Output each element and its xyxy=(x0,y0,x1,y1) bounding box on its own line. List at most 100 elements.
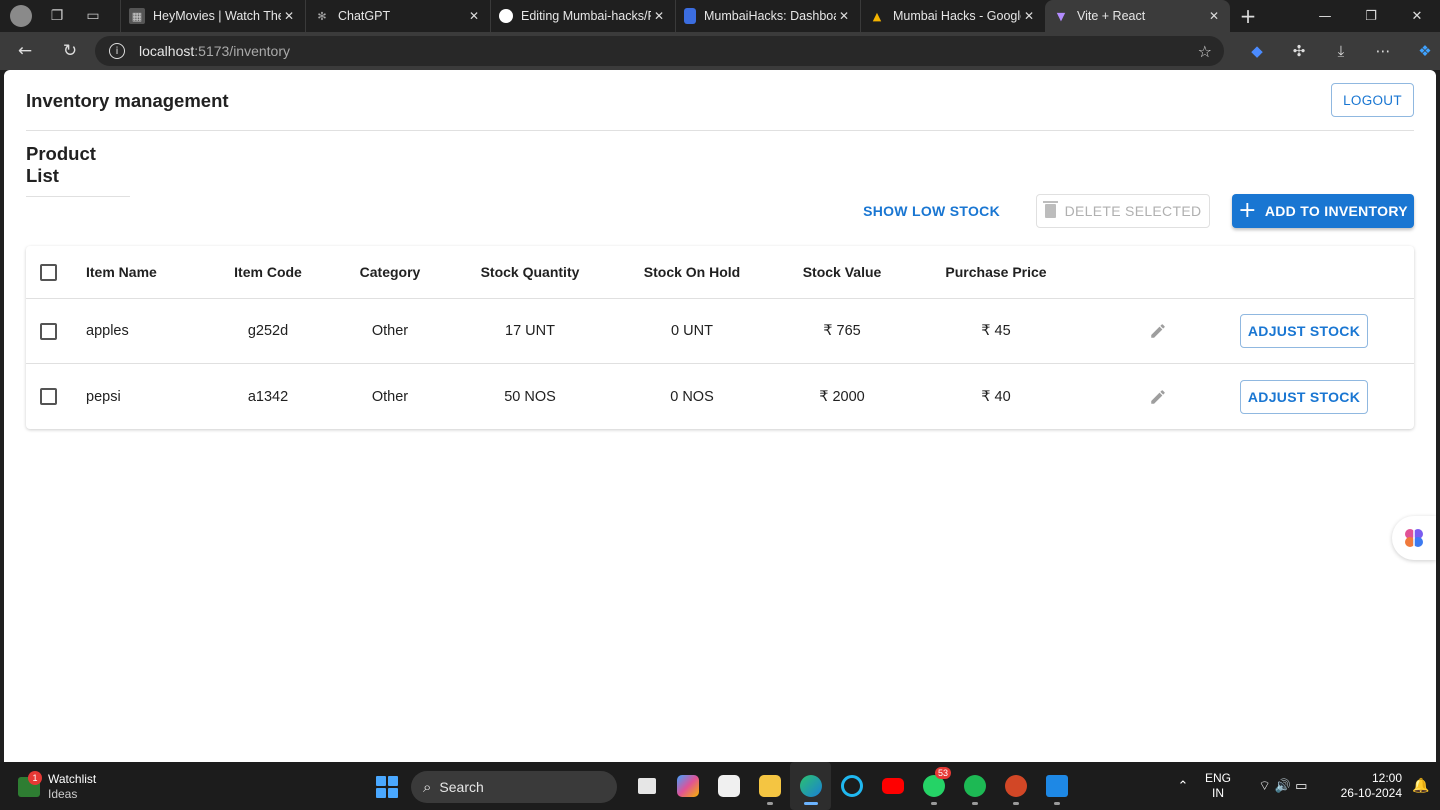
section-title: Product List xyxy=(26,143,130,197)
item-category: Other xyxy=(371,323,409,339)
table-row: apples g252d Other 17 UNT 0 UNT ₹ 765 ₹ … xyxy=(26,299,1414,364)
tab-close-icon[interactable]: ✕ xyxy=(836,9,852,23)
add-to-inventory-button[interactable]: + ADD TO INVENTORY xyxy=(1232,194,1414,228)
floating-assistant-button[interactable] xyxy=(1392,516,1436,560)
search-label: Search xyxy=(439,779,484,795)
adjust-stock-button[interactable]: ADJUST STOCK xyxy=(1240,379,1368,414)
language-indicator[interactable]: ENG IN xyxy=(1198,771,1238,801)
item-name: pepsi xyxy=(86,388,121,405)
tab-chatgpt[interactable]: ✻ ChatGPT ✕ xyxy=(305,0,490,32)
whatsapp-icon[interactable]: 53 xyxy=(913,762,954,810)
row-checkbox[interactable] xyxy=(40,322,57,340)
youtube-icon[interactable] xyxy=(872,762,913,810)
column-header[interactable]: Stock Value xyxy=(777,246,907,298)
store-icon[interactable] xyxy=(708,762,749,810)
watchlist-title: Watchlist xyxy=(48,772,97,786)
profile-avatar-icon[interactable] xyxy=(10,5,32,27)
adjust-cell: ADJUST STOCK xyxy=(1240,299,1368,363)
restore-icon[interactable]: ❐ xyxy=(1348,9,1394,24)
show-low-stock-button[interactable]: SHOW LOW STOCK xyxy=(847,194,1016,228)
copilot-icon[interactable]: ❖ xyxy=(1404,42,1440,60)
new-tab-icon[interactable]: + xyxy=(1230,4,1266,28)
powerpoint-icon[interactable] xyxy=(995,762,1036,810)
close-window-icon[interactable]: ✕ xyxy=(1394,9,1440,24)
back-arrow-icon[interactable]: ← xyxy=(0,41,50,61)
clock-date: 26-10-2024 xyxy=(1340,786,1402,800)
tab-close-icon[interactable]: ✕ xyxy=(466,9,482,23)
tab-close-icon[interactable]: ✕ xyxy=(1206,9,1222,23)
tab-vite-react[interactable]: ▼ Vite + React ✕ xyxy=(1045,0,1230,32)
row-checkbox[interactable] xyxy=(40,388,57,405)
edge-icon[interactable] xyxy=(790,762,831,810)
watchlist-subtitle: Ideas xyxy=(48,787,78,801)
minimize-icon[interactable]: — xyxy=(1302,9,1348,24)
start-windows-icon[interactable] xyxy=(376,776,398,798)
stock-value: ₹ 2000 xyxy=(819,388,865,405)
tab-mumbaihacks-dashboard[interactable]: MumbaiHacks: Dashboard ✕ xyxy=(675,0,860,32)
alexa-icon[interactable] xyxy=(831,762,872,810)
vscode-icon[interactable] xyxy=(1036,762,1077,810)
windows-taskbar: 1 Watchlist Ideas ⌕ Search 53 ⌃ ENG IN ⌔… xyxy=(0,762,1440,810)
favorite-star-icon[interactable]: ☆ xyxy=(1198,42,1212,61)
column-header[interactable]: Purchase Price xyxy=(931,246,1061,298)
file-explorer-icon[interactable] xyxy=(749,762,790,810)
stock-value: ₹ 765 xyxy=(823,323,861,339)
edit-cell xyxy=(1144,364,1172,429)
running-indicator xyxy=(930,802,937,805)
whatsapp-badge: 53 xyxy=(935,767,952,779)
table-header-row: Item Name Item Code Category Stock Quant… xyxy=(26,246,1414,299)
stocks-chart-icon: 1 xyxy=(18,771,42,797)
system-tray: ⌃ ENG IN ⌔ 🔊 ▭ 12:00 26-10-2024 🔔 xyxy=(1168,762,1440,810)
running-indicator xyxy=(766,802,773,805)
url-path: :5173/inventory xyxy=(194,43,290,59)
adjust-stock-button[interactable]: ADJUST STOCK xyxy=(1240,314,1368,348)
row-select-cell xyxy=(40,299,57,363)
edit-pencil-icon[interactable] xyxy=(1149,322,1167,340)
select-all-checkbox[interactable] xyxy=(40,263,57,281)
app-header: Inventory management LOGOUT xyxy=(26,82,1414,131)
edit-pencil-icon[interactable] xyxy=(1149,388,1167,406)
network-volume-battery-icons[interactable]: ⌔ 🔊 ▭ xyxy=(1238,778,1328,794)
spotify-icon[interactable] xyxy=(954,762,995,810)
product-table: Item Name Item Code Category Stock Quant… xyxy=(26,246,1414,429)
stock-quantity: 50 NOS xyxy=(504,388,556,405)
task-view-icon[interactable] xyxy=(626,762,667,810)
show-hidden-icons-chevron-icon[interactable]: ⌃ xyxy=(1168,779,1198,794)
brain-icon xyxy=(1405,529,1423,547)
logout-button[interactable]: LOGOUT xyxy=(1331,83,1414,117)
tab-heymovies[interactable]: ▦ HeyMovies | Watch The H ✕ xyxy=(120,0,305,32)
column-header[interactable]: Stock On Hold xyxy=(627,246,757,298)
extensions-icon[interactable]: ✣ xyxy=(1278,42,1320,60)
address-bar[interactable]: i localhost:5173/inventory ☆ xyxy=(95,36,1224,66)
tab-close-icon[interactable]: ✕ xyxy=(651,9,667,23)
downloads-icon[interactable]: ⤓ xyxy=(1320,42,1362,60)
copilot-app-icon[interactable] xyxy=(667,762,708,810)
delete-selected-button[interactable]: DELETE SELECTED xyxy=(1036,194,1210,228)
site-info-icon[interactable]: i xyxy=(109,43,125,59)
plus-icon: + xyxy=(1238,198,1257,223)
edit-cell xyxy=(1144,299,1172,363)
pinned-apps: 53 xyxy=(626,762,1077,810)
reload-icon[interactable]: ↻ xyxy=(50,41,90,61)
browser-toolbar: ← ↻ i localhost:5173/inventory ☆ ◆ ✣ ⤓ ⋯… xyxy=(0,32,1440,70)
watchlist-widget[interactable]: 1 Watchlist Ideas xyxy=(18,771,97,802)
copilot-edit-icon[interactable]: ◆ xyxy=(1236,42,1278,60)
workspaces-icon[interactable]: ❐ xyxy=(46,5,68,27)
taskbar-search[interactable]: ⌕ Search xyxy=(411,771,617,803)
github-icon xyxy=(499,9,513,23)
column-header[interactable]: Stock Quantity xyxy=(465,246,595,298)
tab-close-icon[interactable]: ✕ xyxy=(1021,9,1037,23)
toolbar-extension-icons: ◆ ✣ ⤓ ⋯ ❖ xyxy=(1236,32,1440,70)
tab-actions-icon[interactable]: ▭ xyxy=(82,5,104,27)
tab-google-drive[interactable]: ▲ Mumbai Hacks - Google D ✕ xyxy=(860,0,1045,32)
column-header[interactable]: Category xyxy=(340,246,440,298)
notification-bell-icon[interactable]: 🔔 xyxy=(1402,778,1440,794)
clock[interactable]: 12:00 26-10-2024 xyxy=(1328,771,1402,801)
column-header[interactable]: Item Code xyxy=(218,246,318,298)
tab-close-icon[interactable]: ✕ xyxy=(281,9,297,23)
column-header[interactable]: Item Name xyxy=(86,246,157,298)
window-controls: — ❐ ✕ xyxy=(1302,9,1440,24)
item-code: g252d xyxy=(247,323,289,339)
tab-github[interactable]: Editing Mumbai-hacks/RE ✕ xyxy=(490,0,675,32)
more-menu-icon[interactable]: ⋯ xyxy=(1362,42,1404,60)
